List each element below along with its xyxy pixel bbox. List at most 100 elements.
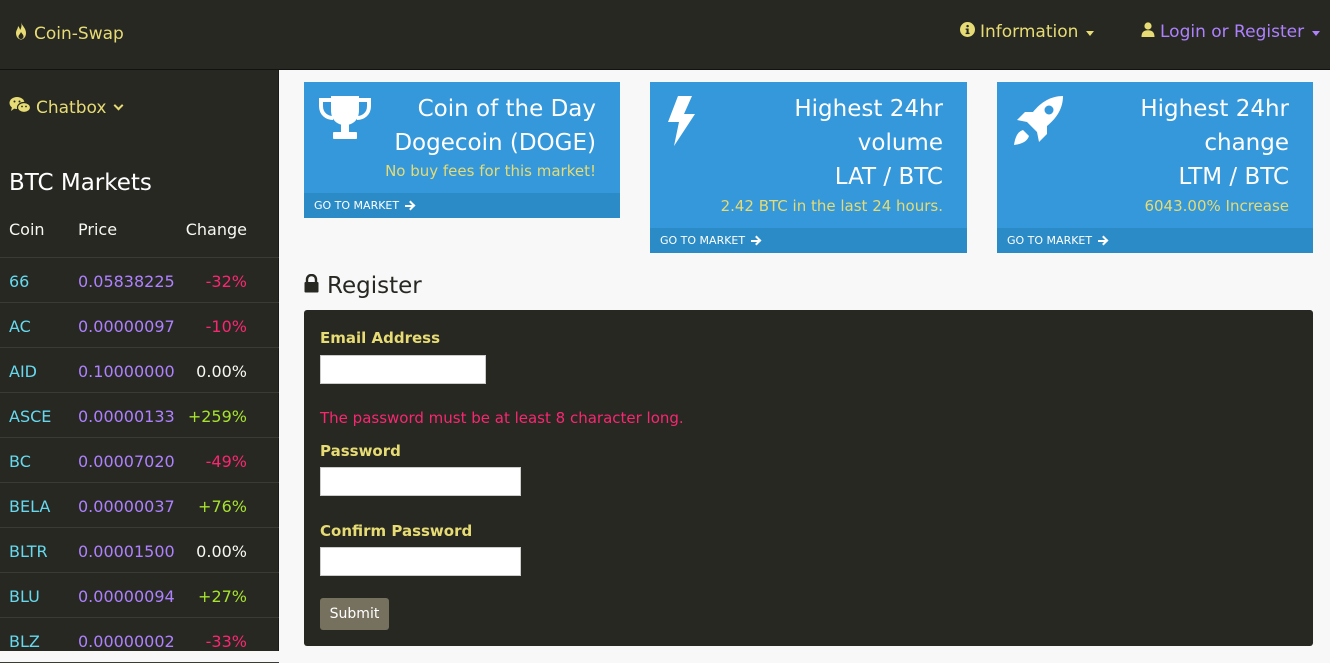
market-row[interactable]: BC 0.00007020 -49% xyxy=(0,438,279,483)
chatbox-toggle[interactable]: Chatbox xyxy=(9,96,124,119)
market-row[interactable]: 66 0.05838225 -32% xyxy=(0,258,279,303)
market-change: -32% xyxy=(205,272,247,291)
info-circle-icon xyxy=(960,22,975,42)
market-coin[interactable]: BC xyxy=(9,452,31,471)
login-register-label: Login or Register xyxy=(1160,22,1305,42)
go-to-market-link[interactable]: GO TO MARKET xyxy=(997,228,1313,253)
market-row[interactable]: AC 0.00000097 -10% xyxy=(0,303,279,348)
market-price: 0.00000002 xyxy=(78,632,175,651)
market-row[interactable]: BELA 0.00000037 +76% xyxy=(0,483,279,528)
go-to-market-label: GO TO MARKET xyxy=(314,199,400,212)
market-row[interactable]: BLZ 0.00000002 -33% xyxy=(0,618,279,663)
panel-title-line: LAT / BTC xyxy=(834,164,943,190)
rocket-icon xyxy=(1011,94,1067,152)
submit-button[interactable]: Submit xyxy=(320,598,389,630)
market-change: -33% xyxy=(205,632,247,651)
markets-table: Coin Price Change 66 0.05838225 -32% AC 0.00… xyxy=(0,212,279,663)
market-change: +76% xyxy=(198,497,247,516)
panel-title-line: Highest 24hr xyxy=(794,96,943,122)
market-change: 0.00% xyxy=(196,542,247,561)
market-price: 0.00000133 xyxy=(78,407,175,426)
panel-title-line: Highest 24hr xyxy=(1140,96,1289,122)
chevron-down-icon xyxy=(114,100,124,111)
arrow-right-icon xyxy=(1098,239,1107,242)
brand-name: Coin-Swap xyxy=(34,23,124,44)
panel-title: Highest 24hr volume LAT / BTC xyxy=(794,92,943,194)
panel-title-line: volume xyxy=(857,130,943,156)
markets-title: BTC Markets xyxy=(9,170,152,196)
caret-down-icon xyxy=(1312,30,1321,36)
confirm-password-label: Confirm Password xyxy=(320,522,473,540)
go-to-market-label: GO TO MARKET xyxy=(1007,234,1093,247)
register-form: Email Address The password must be at le… xyxy=(304,310,1313,646)
register-heading: Register xyxy=(304,273,422,299)
login-register-menu[interactable]: Login or Register xyxy=(1141,22,1321,42)
highest-volume-panel: Highest 24hr volume LAT / BTC 2.42 BTC i… xyxy=(650,82,967,253)
market-row[interactable]: BLTR 0.00001500 0.00% xyxy=(0,528,279,573)
header-change: Change xyxy=(185,220,247,239)
market-price: 0.05838225 xyxy=(78,272,175,291)
panel-title-line: Dogecoin (DOGE) xyxy=(394,130,596,156)
bolt-icon xyxy=(664,94,698,152)
market-price: 0.00000037 xyxy=(78,497,175,516)
arrow-right-icon xyxy=(751,239,760,242)
market-change: 0.00% xyxy=(196,362,247,381)
sidebar: Chatbox BTC Markets Coin Price Change 66… xyxy=(0,70,279,663)
market-price: 0.00000097 xyxy=(78,317,175,336)
market-coin[interactable]: BLTR xyxy=(9,542,48,561)
go-to-market-label: GO TO MARKET xyxy=(660,234,746,247)
go-to-market-link[interactable]: GO TO MARKET xyxy=(650,228,967,253)
market-coin[interactable]: BELA xyxy=(9,497,50,516)
go-to-market-link[interactable]: GO TO MARKET xyxy=(304,193,620,218)
markets-table-header: Coin Price Change xyxy=(0,212,279,258)
password-field[interactable] xyxy=(320,467,521,496)
market-row[interactable]: BLU 0.00000094 +27% xyxy=(0,573,279,618)
market-row[interactable]: ASCE 0.00000133 +259% xyxy=(0,393,279,438)
market-coin[interactable]: AC xyxy=(9,317,31,336)
market-change: -10% xyxy=(205,317,247,336)
market-coin[interactable]: ASCE xyxy=(9,407,51,426)
header-coin: Coin xyxy=(9,220,45,239)
arrow-right-icon xyxy=(405,204,414,207)
top-navbar: Coin-Swap Information Login or Register xyxy=(0,0,1330,70)
email-label: Email Address xyxy=(320,329,441,347)
market-change: +259% xyxy=(187,407,247,426)
market-change: +27% xyxy=(198,587,247,606)
market-coin[interactable]: BLZ xyxy=(9,632,40,651)
market-price: 0.00007020 xyxy=(78,452,175,471)
email-field[interactable] xyxy=(320,355,486,384)
wechat-icon xyxy=(9,96,32,119)
confirm-password-field[interactable] xyxy=(320,547,521,576)
market-price: 0.00001500 xyxy=(78,542,175,561)
panel-title: Highest 24hr change LTM / BTC xyxy=(1140,92,1289,194)
market-coin[interactable]: 66 xyxy=(9,272,29,291)
password-label: Password xyxy=(320,442,401,460)
panel-title: Coin of the Day Dogecoin (DOGE) xyxy=(394,92,596,160)
panel-subtitle: No buy fees for this market! xyxy=(385,162,596,180)
caret-down-icon xyxy=(1086,30,1095,36)
market-row[interactable]: AID 0.10000000 0.00% xyxy=(0,348,279,393)
coin-of-the-day-panel: Coin of the Day Dogecoin (DOGE) No buy f… xyxy=(304,82,620,218)
information-menu[interactable]: Information xyxy=(960,22,1095,42)
chatbox-label: Chatbox xyxy=(36,97,107,118)
panel-title-line: LTM / BTC xyxy=(1178,164,1289,190)
panel-title-line: Coin of the Day xyxy=(417,96,596,122)
panel-subtitle: 2.42 BTC in the last 24 hours. xyxy=(720,197,943,215)
market-price: 0.10000000 xyxy=(78,362,175,381)
market-change: -49% xyxy=(205,452,247,471)
lock-icon xyxy=(304,273,319,299)
header-price: Price xyxy=(78,220,118,239)
highest-change-panel: Highest 24hr change LTM / BTC 6043.00% I… xyxy=(997,82,1313,253)
brand-link[interactable]: Coin-Swap xyxy=(14,22,124,45)
register-title: Register xyxy=(327,273,422,299)
panel-subtitle: 6043.00% Increase xyxy=(1144,197,1289,215)
password-error-message: The password must be at least 8 characte… xyxy=(320,409,684,427)
information-label: Information xyxy=(980,22,1079,42)
trophy-icon xyxy=(318,94,372,148)
user-icon xyxy=(1141,22,1155,42)
panel-title-line: change xyxy=(1204,130,1289,156)
fire-icon xyxy=(14,22,28,45)
market-coin[interactable]: AID xyxy=(9,362,37,381)
market-price: 0.00000094 xyxy=(78,587,175,606)
market-coin[interactable]: BLU xyxy=(9,587,40,606)
